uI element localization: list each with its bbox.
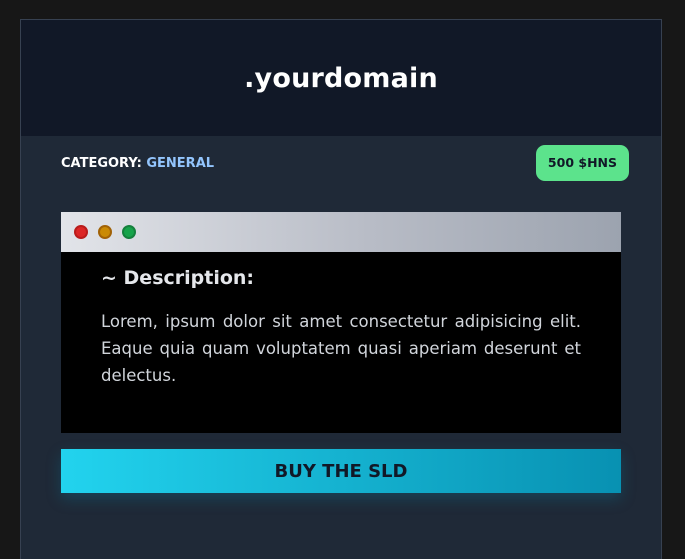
card-header: .yourdomain — [21, 20, 661, 136]
price-badge: 500 $HNS — [535, 145, 629, 181]
description-text: Lorem, ipsum dolor sit amet consectetur … — [101, 312, 581, 385]
window-title-bar — [61, 212, 621, 252]
red-dot-icon — [74, 225, 88, 239]
description-window: ~ Description: Lorem, ipsum dolor sit am… — [61, 212, 621, 433]
category-label: CATEGORY: — [61, 155, 142, 171]
description-heading: ~ Description: — [101, 267, 255, 289]
green-dot-icon — [122, 225, 136, 239]
category-value: GENERAL — [146, 155, 215, 171]
domain-card: .yourdomain CATEGORY: GENERAL 500 $HNS ~… — [20, 19, 662, 559]
buy-sld-button[interactable]: BUY THE SLD — [61, 449, 621, 493]
domain-title: .yourdomain — [244, 62, 438, 94]
yellow-dot-icon — [98, 225, 112, 239]
window-body: ~ Description: Lorem, ipsum dolor sit am… — [61, 252, 621, 389]
meta-row: CATEGORY: GENERAL 500 $HNS — [61, 145, 629, 181]
category: CATEGORY: GENERAL — [61, 156, 214, 171]
